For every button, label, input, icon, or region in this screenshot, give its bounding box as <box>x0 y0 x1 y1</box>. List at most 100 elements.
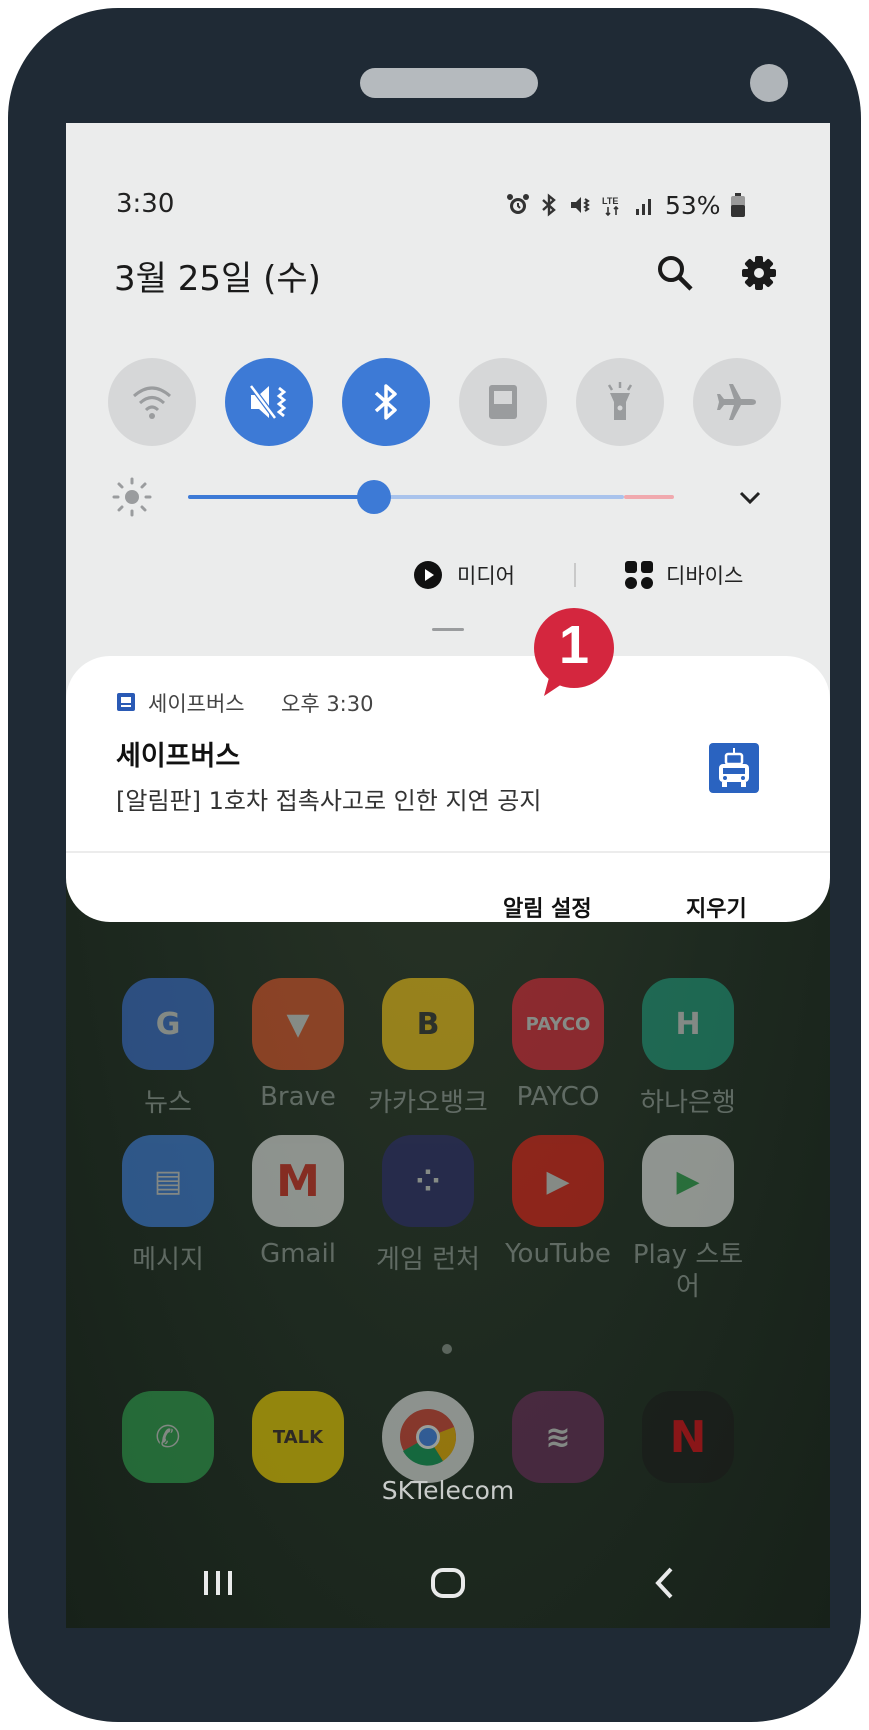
notification-clear-button[interactable]: 지우기 <box>686 891 747 923</box>
brightness-slider[interactable] <box>188 475 674 519</box>
app-netflix[interactable]: N <box>628 1391 748 1483</box>
app-label: 카카오뱅크 <box>368 1088 488 1118</box>
app-label: 뉴스 <box>144 1088 192 1118</box>
app-label: PAYCO <box>516 1082 600 1112</box>
step-marker: 1 <box>528 606 620 698</box>
music-app-icon: ≋ <box>512 1391 604 1483</box>
game-launcher-app-icon: ⁘ <box>382 1135 474 1227</box>
step-marker-number: 1 <box>558 615 590 675</box>
panel-handle[interactable] <box>432 628 464 631</box>
screen-mode-toggle[interactable] <box>459 358 547 446</box>
recent-apps-button[interactable] <box>198 1563 238 1607</box>
app-phone[interactable]: ✆ <box>108 1391 228 1483</box>
app-label: 게임 런처 <box>376 1245 480 1275</box>
wifi-toggle[interactable] <box>108 358 196 446</box>
carrier-label: SKTelecom <box>381 1476 515 1505</box>
kakaotalk-app-icon: TALK <box>252 1391 344 1483</box>
chrome-app-icon <box>382 1391 474 1483</box>
bluetooth-status-icon <box>542 193 556 217</box>
media-label: 미디어 <box>457 564 515 588</box>
brightness-track-filled <box>188 495 374 499</box>
speaker-grille <box>360 68 538 98</box>
brightness-track-remaining <box>374 495 624 499</box>
app-label: Gmail <box>260 1239 336 1269</box>
brightness-track-high <box>624 495 674 499</box>
notification-app-name: 세이프버스 <box>148 692 245 716</box>
youtube-app-icon: ▶ <box>512 1135 604 1227</box>
gmail-app-icon: M <box>252 1135 344 1227</box>
media-devices-separator <box>574 563 576 587</box>
app-play-store[interactable]: ▶ Play 스토어 <box>628 1135 748 1303</box>
home-button[interactable] <box>426 1563 470 1607</box>
phone-app-icon: ✆ <box>122 1391 214 1483</box>
vibrate-status-icon <box>571 197 590 213</box>
search-icon[interactable] <box>655 253 695 297</box>
settings-gear-icon[interactable] <box>739 253 779 297</box>
bluetooth-toggle[interactable] <box>342 358 430 446</box>
messages-app-icon: ▤ <box>122 1135 214 1227</box>
flashlight-toggle[interactable] <box>576 358 664 446</box>
app-label: Play 스토어 <box>632 1240 744 1302</box>
notification-title: 세이프버스 <box>116 741 241 772</box>
app-kakaotalk[interactable]: TALK <box>238 1391 358 1483</box>
phone-frame: G 뉴스 ▼ Brave B 카카오뱅크 PAYCO PAYCO H 하나은행 … <box>8 8 861 1722</box>
app-kakaobank[interactable]: B 카카오뱅크 <box>368 978 488 1119</box>
app-label: Brave <box>260 1082 336 1112</box>
app-chrome[interactable] <box>368 1391 488 1483</box>
panel-date: 3월 25일 (수) <box>114 259 321 299</box>
bluetooth-icon <box>374 384 397 420</box>
bus-app-icon <box>708 742 760 798</box>
lte-icon: LTE <box>602 196 619 217</box>
app-payco[interactable]: PAYCO PAYCO <box>498 978 618 1112</box>
screen: G 뉴스 ▼ Brave B 카카오뱅크 PAYCO PAYCO H 하나은행 … <box>66 123 830 1628</box>
sound-mode-toggle[interactable] <box>225 358 313 446</box>
quick-panel: 3:30 LTE 53% 3월 25일 (수) 미디어 디바이스 <box>66 123 830 703</box>
devices-label: 디바이스 <box>666 564 744 588</box>
battery-percent: 53% <box>665 190 721 220</box>
app-gmail[interactable]: M Gmail <box>238 1135 358 1269</box>
notification-card[interactable]: 세이프버스 오후 3:30 세이프버스 [알림판] 1호차 접촉사고로 인한 지… <box>66 656 830 922</box>
play-icon <box>414 561 442 589</box>
battery-icon <box>730 193 745 217</box>
brightness-icon <box>110 475 154 523</box>
kakaobank-app-icon: B <box>382 978 474 1070</box>
front-camera <box>750 64 788 102</box>
screen-icon <box>489 385 517 419</box>
signal-icon <box>636 199 651 215</box>
app-brave[interactable]: ▼ Brave <box>238 978 358 1112</box>
app-label: YouTube <box>505 1239 611 1269</box>
notification-settings-button[interactable]: 알림 설정 <box>503 891 592 923</box>
payco-app-icon: PAYCO <box>512 978 604 1070</box>
media-button[interactable]: 미디어 <box>413 557 515 593</box>
news-app-icon: G <box>122 978 214 1070</box>
airplane-icon <box>717 384 756 420</box>
devices-button[interactable]: 디바이스 <box>624 557 743 593</box>
back-button[interactable] <box>646 1563 686 1607</box>
app-badge-icon <box>116 692 136 716</box>
hanabank-app-icon: H <box>642 978 734 1070</box>
app-game-launcher[interactable]: ⁘ 게임 런처 <box>368 1135 488 1276</box>
notification-divider <box>66 851 830 853</box>
app-messages[interactable]: ▤ 메시지 <box>108 1135 228 1276</box>
app-label: 하나은행 <box>640 1088 736 1118</box>
status-icons: LTE 53% <box>506 190 746 220</box>
expand-chevron-icon[interactable] <box>736 485 764 513</box>
notification-body: [알림판] 1호차 접촉사고로 인한 지연 공지 <box>116 787 542 815</box>
app-news[interactable]: G 뉴스 <box>108 978 228 1119</box>
page-indicator <box>442 1344 452 1354</box>
notification-time: 오후 3:30 <box>281 692 374 716</box>
devices-grid-icon <box>625 561 653 589</box>
flashlight-icon <box>607 382 633 420</box>
airplane-mode-toggle[interactable] <box>693 358 781 446</box>
brightness-thumb[interactable] <box>357 480 391 514</box>
wifi-icon <box>133 386 171 419</box>
app-hanabank[interactable]: H 하나은행 <box>628 978 748 1119</box>
alarm-icon <box>507 194 529 214</box>
mute-vibrate-icon <box>249 384 287 420</box>
app-music[interactable]: ≋ <box>498 1391 618 1483</box>
brave-app-icon: ▼ <box>252 978 344 1070</box>
play-store-app-icon: ▶ <box>642 1135 734 1227</box>
netflix-app-icon: N <box>642 1391 734 1483</box>
status-time: 3:30 <box>116 189 175 219</box>
app-youtube[interactable]: ▶ YouTube <box>498 1135 618 1269</box>
